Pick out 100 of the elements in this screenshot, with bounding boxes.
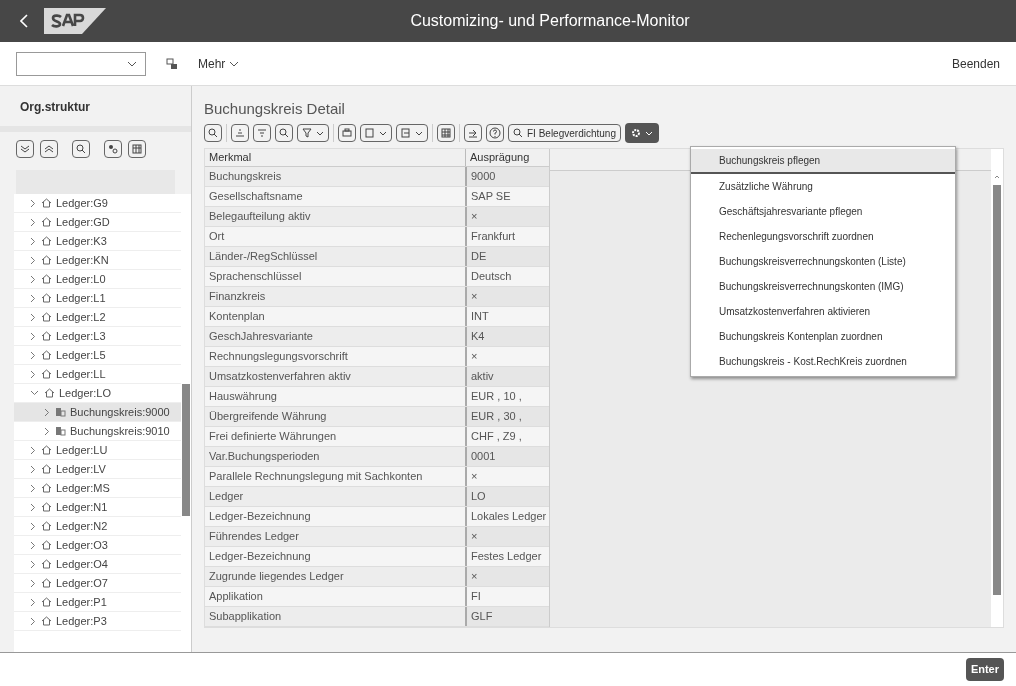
house-icon — [41, 464, 52, 474]
table-cell: 9000 — [465, 167, 549, 186]
collapse-all-icon[interactable] — [40, 140, 58, 158]
table-cell: × — [465, 347, 549, 366]
command-field[interactable] — [16, 51, 146, 76]
house-icon — [44, 388, 55, 398]
table-cell: FI — [465, 587, 549, 606]
help-icon[interactable] — [486, 124, 504, 142]
panel-title: Buchungskreis Detail — [204, 99, 346, 119]
table-cell: Ort — [205, 227, 465, 246]
table-cell: Ledger-Bezeichnung — [205, 507, 465, 526]
table-cell: Frei definierte Währungen — [205, 427, 465, 446]
table-cell: GLF — [465, 607, 549, 626]
house-icon — [41, 483, 52, 493]
exit-button[interactable]: Beenden — [951, 54, 1000, 73]
column-header[interactable]: Merkmal — [205, 149, 465, 166]
settings-menu-button[interactable] — [624, 123, 659, 143]
house-icon — [41, 236, 52, 246]
table-cell: LO — [465, 487, 549, 506]
table-cell: Deutsch — [465, 267, 549, 286]
logo-icon — [44, 8, 106, 34]
print-icon[interactable] — [338, 124, 356, 142]
filter-icon[interactable] — [297, 124, 329, 142]
menu-item[interactable]: Zusätzliche Währung — [691, 174, 955, 199]
view-icon[interactable] — [360, 124, 392, 142]
table-cell: CHF , Z9 , — [465, 427, 549, 446]
zoom-icon[interactable] — [204, 124, 222, 142]
house-icon — [41, 369, 52, 379]
table-cell: × — [465, 527, 549, 546]
table-cell: Sprachenschlüssel — [205, 267, 465, 286]
sort-ascending-icon[interactable] — [231, 124, 249, 142]
table-cell: 0001 — [465, 447, 549, 466]
back-icon[interactable] — [20, 14, 28, 28]
column-header[interactable]: Ausprägung — [465, 149, 549, 166]
table-cell: Rechnungslegungsvorschrift — [205, 347, 465, 366]
window-title: Customizing- und Performance-Monitor — [409, 11, 691, 31]
house-icon — [41, 559, 52, 569]
house-icon — [41, 198, 52, 208]
caret-icon — [644, 130, 653, 136]
grid-icon[interactable] — [437, 124, 455, 142]
menu-item[interactable]: Rechenlegungsvorschrift zuordnen — [691, 224, 955, 249]
house-icon — [41, 521, 52, 531]
house-icon — [41, 578, 52, 588]
gear-icon — [630, 128, 641, 138]
menu-item[interactable]: Buchungskreis pflegen — [691, 149, 955, 174]
table-cell: Hauswährung — [205, 387, 465, 406]
building-icon — [55, 407, 66, 417]
table-cell: Festes Ledger — [465, 547, 549, 566]
table-cell: × — [465, 287, 549, 306]
table-cell: INT — [465, 307, 549, 326]
house-icon — [41, 293, 52, 303]
scrollbar-thumb[interactable] — [993, 185, 1001, 595]
tree-item[interactable]: Buchungskreis:9000 — [14, 403, 181, 422]
scroll-up-icon[interactable] — [994, 175, 1000, 179]
search-icon — [513, 128, 523, 138]
more-menu[interactable]: Mehr — [198, 54, 240, 73]
house-icon — [41, 217, 52, 227]
house-icon — [41, 255, 52, 265]
grid-icon[interactable] — [128, 140, 146, 158]
table-cell: SAP SE — [465, 187, 549, 206]
house-icon — [41, 274, 52, 284]
table-cell: × — [465, 467, 549, 486]
menu-item[interactable]: Buchungskreisverrechnungskonten (Liste) — [691, 249, 955, 274]
menu-item[interactable]: Buchungskreis - Kost.RechKreis zuordnen — [691, 349, 955, 374]
scrollbar-thumb[interactable] — [182, 384, 190, 516]
house-icon — [41, 540, 52, 550]
menu-item[interactable]: Umsatzkostenverfahren aktivieren — [691, 299, 955, 324]
arrow-right-icon[interactable] — [464, 124, 482, 142]
table-cell: Lokales Ledger — [465, 507, 549, 526]
table-cell: Ledger-Bezeichnung — [205, 547, 465, 566]
table-cell: Gesellschaftsname — [205, 187, 465, 206]
house-icon — [41, 502, 52, 512]
building-icon — [55, 426, 66, 436]
table-cell: × — [465, 567, 549, 586]
search-icon[interactable] — [72, 140, 90, 158]
sort-descending-icon[interactable] — [253, 124, 271, 142]
table-cell: Kontenplan — [205, 307, 465, 326]
house-icon — [41, 331, 52, 341]
house-icon — [41, 616, 52, 626]
export-icon[interactable] — [396, 124, 428, 142]
table-cell: EUR , 10 , — [465, 387, 549, 406]
table-cell: Applikation — [205, 587, 465, 606]
house-icon — [41, 597, 52, 607]
expand-all-icon[interactable] — [16, 140, 34, 158]
enter-button[interactable]: Enter — [965, 658, 1004, 681]
search-icon[interactable] — [275, 124, 293, 142]
menu-item[interactable]: Buchungskreis Kontenplan zuordnen — [691, 324, 955, 349]
menu-item[interactable]: Buchungskreisverrechnungskonten (IMG) — [691, 274, 955, 299]
dropdown-caret-icon[interactable] — [127, 60, 137, 67]
table-cell: aktiv — [465, 367, 549, 386]
house-icon — [41, 312, 52, 322]
table-cell: × — [465, 207, 549, 226]
table-cell: DE — [465, 247, 549, 266]
table-cell: Parallele Rechnungslegung mit Sachkonten — [205, 467, 465, 486]
chevron-down-icon[interactable] — [30, 390, 39, 396]
table-cell: EUR , 30 , — [465, 407, 549, 426]
menu-item[interactable]: Geschäftsjahresvariante pflegen — [691, 199, 955, 224]
house-icon — [41, 350, 52, 360]
panel-title: Org.struktur — [19, 99, 91, 116]
search-button[interactable]: FI Belegverdichtung — [508, 124, 621, 142]
